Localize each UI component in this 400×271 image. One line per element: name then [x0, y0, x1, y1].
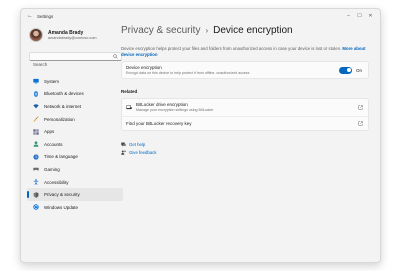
page-description: Device encryption helps protect your fil… — [121, 46, 367, 58]
toggle-state-label: On — [355, 67, 362, 73]
sidebar-item-accounts[interactable]: Accounts — [27, 138, 123, 151]
sidebar-item-network[interactable]: Network & internet — [27, 100, 123, 113]
related-card: BitLocker drive encryption Manage your e… — [121, 98, 369, 131]
device-encryption-card: Device encryption Encrypt data on this d… — [121, 61, 369, 79]
wifi-icon — [33, 104, 39, 109]
external-link-icon — [358, 121, 363, 126]
description-text: Device encryption helps protect your fil… — [121, 46, 342, 51]
sidebar-item-label: Gaming — [44, 166, 60, 172]
sidebar-item-label: Privacy & security — [44, 192, 80, 198]
breadcrumb-parent[interactable]: Privacy & security — [121, 25, 200, 36]
window-controls: – ☐ ✕ — [343, 9, 376, 23]
window-title: Settings — [37, 13, 54, 19]
device-encryption-toggle[interactable] — [338, 67, 352, 74]
sidebar-item-label: Bluetooth & devices — [44, 91, 84, 97]
sidebar-item-system[interactable]: System — [27, 75, 123, 88]
device-encryption-toggle-group[interactable]: On — [338, 67, 362, 74]
search-input[interactable] — [30, 61, 110, 68]
settings-window: ← Settings – ☐ ✕ Amanda Brady amandabrad… — [20, 8, 381, 263]
help-icon — [121, 142, 126, 146]
shield-icon — [33, 191, 39, 198]
related-heading: Related — [121, 89, 138, 94]
avatar — [29, 28, 43, 42]
accessibility-icon — [33, 179, 39, 185]
give-feedback-link[interactable]: Give feedback — [129, 150, 156, 155]
back-button[interactable]: ← — [25, 9, 35, 23]
sidebar-item-label: System — [44, 78, 60, 84]
sidebar-item-privacy-security[interactable]: Privacy & security — [27, 188, 123, 201]
sidebar-item-accessibility[interactable]: Accessibility — [27, 176, 123, 189]
recovery-key-title: Find your BitLocker recovery key — [126, 120, 192, 126]
user-profile[interactable]: Amanda Brady amandabrady@contoso.com — [29, 28, 97, 42]
bluetooth-icon — [34, 91, 38, 97]
system-icon — [33, 79, 39, 84]
sidebar-item-label: Windows Update — [44, 204, 79, 210]
maximize-button[interactable]: ☐ — [354, 9, 365, 23]
laptop-lock-icon — [126, 105, 132, 110]
sidebar-item-bluetooth[interactable]: Bluetooth & devices — [27, 88, 123, 101]
bitlocker-drive-encryption-row[interactable]: BitLocker drive encryption Manage your e… — [122, 99, 368, 116]
clock-globe-icon — [33, 154, 39, 160]
sidebar-item-gaming[interactable]: Gaming — [27, 163, 123, 176]
external-link-icon — [358, 105, 363, 110]
sidebar-nav: System Bluetooth & devices Network & int… — [27, 75, 123, 214]
help-links: Get help Give feedback — [121, 140, 369, 156]
person-icon — [33, 141, 39, 147]
sidebar-item-label: Accounts — [44, 141, 63, 147]
bitlocker-recovery-key-row[interactable]: Find your BitLocker recovery key — [122, 116, 368, 130]
search-box[interactable] — [29, 52, 122, 68]
sidebar: Amanda Brady amandabrady@contoso.com Sys… — [27, 26, 123, 262]
sidebar-item-label: Time & language — [44, 154, 78, 160]
close-button[interactable]: ✕ — [365, 9, 376, 23]
device-encryption-subtitle: Encrypt data on this device to help prot… — [126, 71, 250, 75]
sidebar-item-time-language[interactable]: Time & language — [27, 151, 123, 164]
sidebar-item-label: Personalization — [44, 116, 75, 122]
sidebar-item-personalization[interactable]: Personalization — [27, 113, 123, 126]
title-bar: ← Settings – ☐ ✕ — [21, 9, 380, 23]
controller-icon — [33, 168, 39, 172]
page-title: Device encryption — [213, 25, 293, 36]
main-content: Privacy & security › Device encryption D… — [121, 25, 369, 156]
minimize-button[interactable]: – — [343, 9, 354, 23]
breadcrumb: Privacy & security › Device encryption — [121, 25, 369, 39]
brush-icon — [33, 116, 39, 122]
update-icon — [33, 204, 39, 210]
search-icon[interactable] — [113, 54, 118, 59]
bitlocker-subtitle: Manage your encryption settings using Bi… — [136, 108, 214, 112]
sidebar-item-label: Network & internet — [44, 103, 82, 109]
sidebar-item-label: Apps — [44, 129, 55, 135]
apps-icon — [33, 128, 39, 135]
sidebar-item-apps[interactable]: Apps — [27, 125, 123, 138]
sidebar-item-label: Accessibility — [44, 179, 69, 185]
sidebar-item-windows-update[interactable]: Windows Update — [27, 201, 123, 214]
profile-email: amandabrady@contoso.com — [48, 35, 97, 40]
get-help-link[interactable]: Get help — [129, 142, 145, 147]
give-feedback-row[interactable]: Give feedback — [121, 148, 369, 156]
breadcrumb-separator: › — [205, 26, 209, 35]
get-help-row[interactable]: Get help — [121, 140, 369, 148]
feedback-icon — [121, 150, 126, 155]
